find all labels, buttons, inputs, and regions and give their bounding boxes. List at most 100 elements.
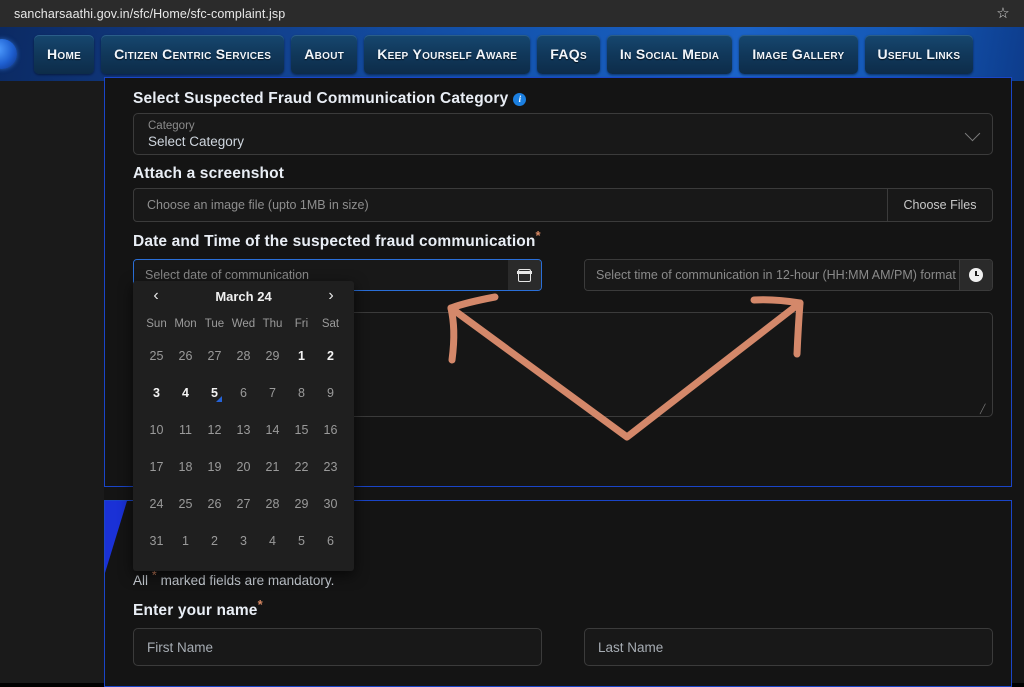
calendar-day[interactable]: 14 [258, 411, 287, 448]
calendar-day[interactable]: 18 [171, 448, 200, 485]
name-required-marker: * [257, 596, 263, 612]
calendar-day[interactable]: 6 [229, 374, 258, 411]
category-mini-label: Category [148, 120, 195, 132]
nav-item-image-gallery[interactable]: Image Gallery [739, 34, 858, 74]
calendar-day[interactable]: 4 [258, 522, 287, 559]
first-name-input[interactable]: First Name [133, 628, 542, 666]
calendar-day[interactable]: 2 [200, 522, 229, 559]
calendar-day[interactable]: 3 [229, 522, 258, 559]
calendar-day[interactable]: 30 [316, 485, 345, 522]
calendar-day[interactable]: 12 [200, 411, 229, 448]
calendar-day[interactable]: 20 [229, 448, 258, 485]
info-icon[interactable]: i [513, 92, 527, 106]
category-label-text: Select Suspected Fraud Communication Cat… [133, 90, 509, 107]
nav-item-faqs[interactable]: FAQs [537, 34, 600, 74]
star-icon[interactable]: ☆ [992, 3, 1014, 25]
mandatory-note-suffix: marked fields are mandatory. [156, 573, 335, 588]
date-picker-popup[interactable]: ‹ March 24 › Sun Mon Tue Wed Thu Fri Sat… [133, 281, 354, 571]
nav-item-keep-yourself-aware[interactable]: Keep Yourself Aware [364, 34, 531, 74]
weekday-fri: Fri [294, 318, 309, 330]
calendar-day[interactable]: 15 [287, 411, 316, 448]
weekday-sat: Sat [321, 318, 340, 330]
clock-icon-button[interactable] [959, 260, 992, 290]
calendar-day[interactable]: 4 [171, 374, 200, 411]
calendar-day[interactable]: 21 [258, 448, 287, 485]
calendar-month-title[interactable]: March 24 [215, 289, 271, 304]
calendar-day[interactable]: 9 [316, 374, 345, 411]
category-selected-value: Select Category [148, 134, 245, 149]
calendar-day[interactable]: 5 [200, 374, 229, 411]
category-select-box[interactable]: Category Select Category [133, 113, 993, 155]
calendar-day[interactable]: 31 [142, 522, 171, 559]
calendar-day[interactable]: 1 [287, 337, 316, 374]
site-logo-icon[interactable] [0, 39, 17, 69]
calendar-day[interactable]: 2 [316, 337, 345, 374]
attachment-label: Attach a screenshot [133, 165, 285, 182]
browser-address-bar: sancharsaathi.gov.in/sfc/Home/sfc-compla… [0, 0, 1024, 27]
calendar-day[interactable]: 27 [200, 337, 229, 374]
calendar-day[interactable]: 24 [142, 485, 171, 522]
calendar-icon [517, 268, 532, 282]
file-input-placeholder[interactable]: Choose an image file (upto 1MB in size) [134, 189, 887, 221]
calendar-day[interactable]: 5 [287, 522, 316, 559]
datetime-label: Date and Time of the suspected fraud com… [133, 229, 541, 251]
nav-item-home[interactable]: Home [34, 34, 95, 74]
calendar-day[interactable]: 17 [142, 448, 171, 485]
category-label: Select Suspected Fraud Communication Cat… [133, 90, 527, 108]
time-field-group[interactable]: Select time of communication in 12-hour … [584, 259, 993, 291]
calendar-day[interactable]: 7 [258, 374, 287, 411]
calendar-header: ‹ March 24 › [142, 281, 345, 311]
left-rail [0, 81, 104, 683]
calendar-day[interactable]: 26 [200, 485, 229, 522]
calendar-day[interactable]: 13 [229, 411, 258, 448]
calendar-day[interactable]: 19 [200, 448, 229, 485]
calendar-day[interactable]: 11 [171, 411, 200, 448]
nav-item-list: Home Citizen Centric Services About Keep… [34, 27, 974, 81]
chevron-left-icon[interactable]: ‹ [148, 287, 164, 305]
mandatory-fields-note: All * marked fields are mandatory. [133, 569, 335, 589]
calendar-day[interactable]: 1 [171, 522, 200, 559]
name-row: First Name Last Name [133, 628, 993, 666]
chevron-right-icon[interactable]: › [323, 287, 339, 305]
calendar-day[interactable]: 23 [316, 448, 345, 485]
calendar-day[interactable]: 26 [171, 337, 200, 374]
weekday-mon: Mon [174, 318, 197, 330]
weekday-tue: Tue [204, 318, 225, 330]
calendar-day[interactable]: 28 [258, 485, 287, 522]
calendar-day[interactable]: 22 [287, 448, 316, 485]
category-select[interactable]: Category Select Category [133, 113, 993, 155]
calendar-day[interactable]: 25 [142, 337, 171, 374]
nav-item-about[interactable]: About [291, 34, 358, 74]
url-text[interactable]: sancharsaathi.gov.in/sfc/Home/sfc-compla… [14, 7, 992, 21]
calendar-day[interactable]: 10 [142, 411, 171, 448]
last-name-input[interactable]: Last Name [584, 628, 993, 666]
nav-item-citizen-centric-services[interactable]: Citizen Centric Services [101, 34, 285, 74]
calendar-day[interactable]: 25 [171, 485, 200, 522]
datetime-label-text: Date and Time of the suspected fraud com… [133, 233, 536, 250]
calendar-icon-button[interactable] [508, 260, 541, 290]
calendar-day[interactable]: 8 [287, 374, 316, 411]
site-navigation-bar: Home Citizen Centric Services About Keep… [0, 27, 1024, 81]
calendar-day[interactable]: 6 [316, 522, 345, 559]
calendar-day[interactable]: 29 [258, 337, 287, 374]
name-label: Enter your name* [133, 598, 263, 620]
calendar-day[interactable]: 3 [142, 374, 171, 411]
panel-corner-accent [105, 501, 127, 573]
calendar-day-grid: 25 26 27 28 29 1 2 3 4 5 6 7 8 9 10 11 12 13 14 15 16 17 18 19 2… [142, 337, 345, 559]
time-input[interactable]: Select time of communication in 12-hour … [585, 260, 959, 290]
weekday-thu: Thu [262, 318, 283, 330]
resize-handle-icon[interactable]: ╱ [980, 405, 989, 414]
weekday-sun: Sun [146, 318, 167, 330]
nav-item-useful-links[interactable]: Useful Links [864, 34, 974, 74]
mandatory-note-prefix: All [133, 573, 152, 588]
calendar-day[interactable]: 29 [287, 485, 316, 522]
calendar-day[interactable]: 27 [229, 485, 258, 522]
choose-files-button[interactable]: Choose Files [887, 189, 992, 221]
file-input-row[interactable]: Choose an image file (upto 1MB in size) … [133, 188, 993, 222]
weekday-wed: Wed [231, 318, 256, 330]
calendar-weekday-header: Sun Mon Tue Wed Thu Fri Sat [142, 311, 345, 337]
nav-item-in-social-media[interactable]: In Social Media [606, 34, 733, 74]
clock-icon [969, 268, 983, 282]
calendar-day[interactable]: 28 [229, 337, 258, 374]
calendar-day[interactable]: 16 [316, 411, 345, 448]
